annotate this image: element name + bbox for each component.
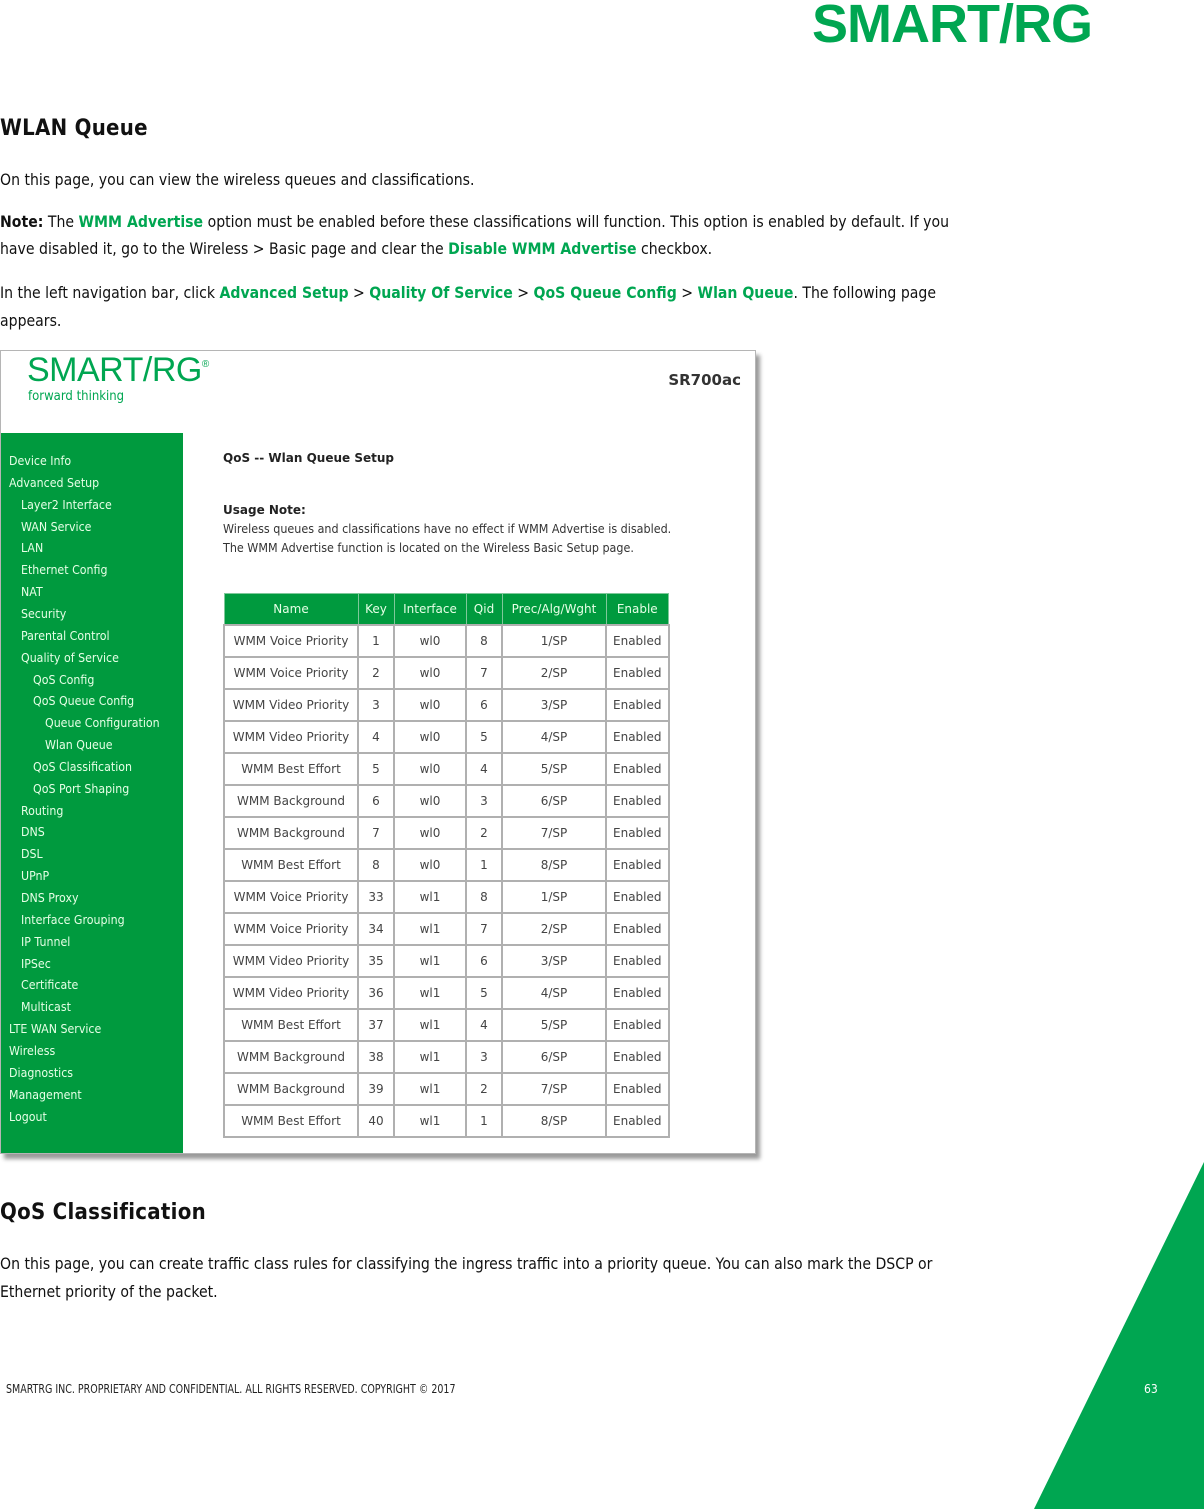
footer-copyright: SMARTRG INC. PROPRIETARY AND CONFIDENTIA… [6, 1382, 456, 1396]
page-number: 63 [1144, 1382, 1158, 1396]
corner-shape [1034, 1162, 1204, 1509]
green-corner-triangle [1034, 1162, 1204, 1509]
